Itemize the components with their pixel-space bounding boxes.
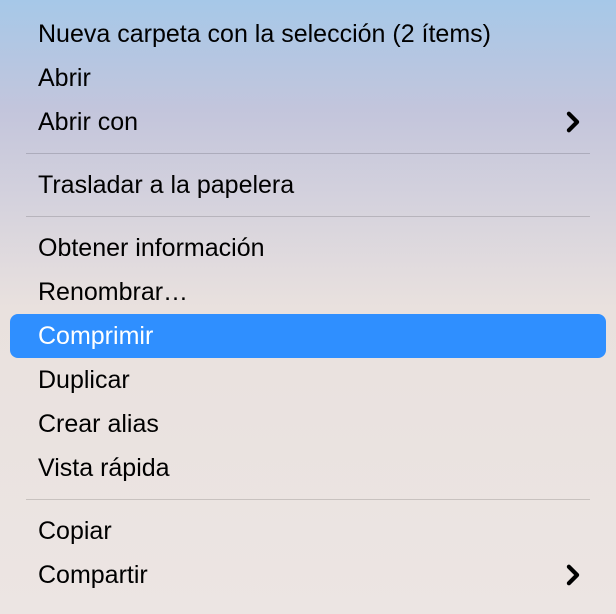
menu-item-quick-look[interactable]: Vista rápida <box>10 446 606 490</box>
menu-item-new-folder[interactable]: Nueva carpeta con la selección (2 ítems) <box>10 12 606 56</box>
chevron-right-icon <box>566 111 580 133</box>
menu-separator <box>26 499 590 500</box>
menu-item-label: Duplicar <box>38 365 580 395</box>
menu-item-label: Crear alias <box>38 409 580 439</box>
menu-item-open-with[interactable]: Abrir con <box>10 100 606 144</box>
menu-item-label: Nueva carpeta con la selección (2 ítems) <box>38 19 580 49</box>
menu-item-move-to-trash[interactable]: Trasladar a la papelera <box>10 163 606 207</box>
menu-item-label: Compartir <box>38 560 566 590</box>
menu-item-open[interactable]: Abrir <box>10 56 606 100</box>
menu-item-share[interactable]: Compartir <box>10 553 606 597</box>
context-menu: Nueva carpeta con la selección (2 ítems)… <box>0 0 616 597</box>
chevron-right-icon <box>566 564 580 586</box>
menu-item-label: Trasladar a la papelera <box>38 170 580 200</box>
menu-item-make-alias[interactable]: Crear alias <box>10 402 606 446</box>
menu-item-label: Comprimir <box>38 321 580 351</box>
menu-item-label: Abrir <box>38 63 580 93</box>
menu-item-label: Copiar <box>38 516 580 546</box>
menu-item-compress[interactable]: Comprimir <box>10 314 606 358</box>
menu-separator <box>26 153 590 154</box>
menu-item-rename[interactable]: Renombrar… <box>10 270 606 314</box>
menu-item-label: Obtener información <box>38 233 580 263</box>
menu-item-label: Renombrar… <box>38 277 580 307</box>
menu-item-label: Vista rápida <box>38 453 580 483</box>
menu-separator <box>26 216 590 217</box>
menu-item-label: Abrir con <box>38 107 566 137</box>
menu-item-duplicate[interactable]: Duplicar <box>10 358 606 402</box>
menu-item-get-info[interactable]: Obtener información <box>10 226 606 270</box>
menu-item-copy[interactable]: Copiar <box>10 509 606 553</box>
